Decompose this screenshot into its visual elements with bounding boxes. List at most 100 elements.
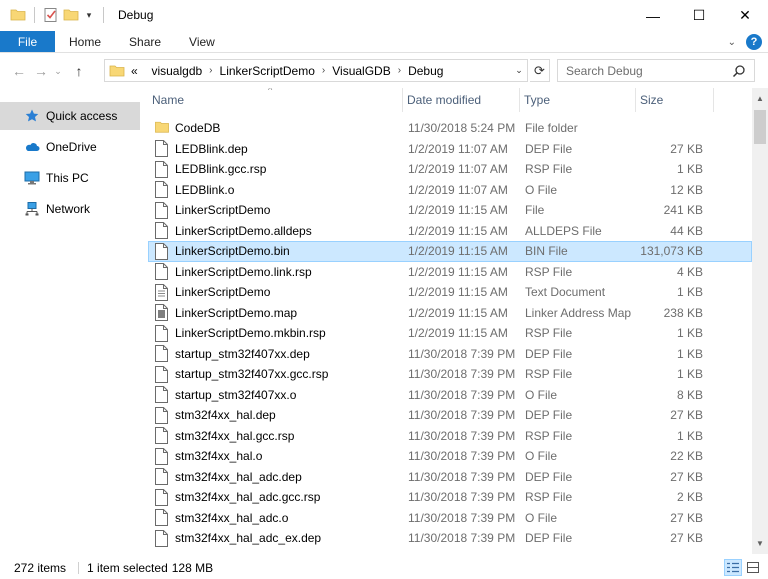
file-date-modified: 1/2/2019 11:15 AM	[408, 223, 508, 238]
column-header-date-modified[interactable]: Date modified	[403, 88, 520, 112]
tab-file[interactable]: File	[0, 31, 55, 52]
recent-locations-chevron-icon[interactable]: ⌄	[52, 59, 64, 83]
file-type: DEP File	[525, 346, 573, 361]
file-row[interactable]: LinkerScriptDemo.alldeps 1/2/2019 11:15 A…	[148, 221, 752, 242]
expand-ribbon-chevron-icon[interactable]: ⌄	[728, 37, 736, 48]
column-header-type[interactable]: Type	[520, 88, 636, 112]
column-header-label: Size	[640, 93, 664, 107]
file-row[interactable]: LinkerScriptDemo 1/2/2019 11:15 AM File 241…	[148, 200, 752, 221]
file-row[interactable]: LEDBlink.gcc.rsp 1/2/2019 11:07 AM RSP Fil…	[148, 159, 752, 180]
search-input[interactable]	[566, 63, 726, 78]
file-row[interactable]: startup_stm32f407xx.dep 11/30/2018 7:39 P…	[148, 344, 752, 365]
forward-arrow-icon[interactable]: →	[30, 59, 52, 83]
file-icon	[155, 365, 169, 383]
file-row[interactable]: stm32f4xx_hal.gcc.rsp 11/30/2018 7:39 PM R…	[148, 426, 752, 447]
back-arrow-icon[interactable]: ←	[8, 59, 30, 83]
scroll-down-arrow-icon[interactable]: ▼	[752, 535, 768, 552]
file-row[interactable]: LinkerScriptDemo.map 1/2/2019 11:15 AM Lin…	[148, 303, 752, 324]
details-view-icon[interactable]	[724, 559, 742, 576]
item-count: 272 items	[14, 561, 67, 575]
file-row[interactable]: LinkerScriptDemo.bin 1/2/2019 11:15 AM BIN…	[148, 241, 752, 262]
address-history-chevron-icon[interactable]: ⌄	[511, 60, 527, 81]
file-type: RSP File	[525, 428, 573, 443]
file-row[interactable]: stm32f4xx_hal_adc_ex.dep 11/30/2018 7:39 …	[148, 528, 752, 549]
file-icon	[155, 529, 169, 547]
file-row[interactable]: stm32f4xx_hal_adc.dep 11/30/2018 7:39 PM D…	[148, 467, 752, 488]
sidebar-item-network[interactable]: Network	[0, 195, 140, 223]
search-box[interactable]	[557, 59, 755, 82]
large-icons-view-icon[interactable]	[744, 559, 762, 576]
new-folder-icon[interactable]	[63, 7, 79, 23]
maximize-button[interactable]: ☐	[676, 0, 722, 31]
star-icon	[24, 108, 40, 124]
breadcrumb-chevron-icon[interactable]: ›	[209, 65, 212, 76]
file-row[interactable]: LinkerScriptDemo.mkbin.rsp 1/2/2019 11:15…	[148, 323, 752, 344]
file-name: startup_stm32f407xx.o	[175, 387, 297, 402]
breadcrumb-debug[interactable]: Debug	[408, 64, 443, 78]
file-row[interactable]: LinkerScriptDemo 1/2/2019 11:15 AM Text Do…	[148, 282, 752, 303]
file-row[interactable]: LEDBlink.dep 1/2/2019 11:07 AM DEP File 27 …	[148, 139, 752, 160]
tab-share[interactable]: Share	[115, 31, 175, 52]
column-header-name[interactable]: ^ Name	[148, 88, 403, 112]
refresh-icon[interactable]: ⟳	[530, 59, 550, 82]
breadcrumb-visualgdb[interactable]: visualgdb	[151, 64, 202, 78]
file-row[interactable]: stm32f4xx_hal.dep 11/30/2018 7:39 PM DEP F…	[148, 405, 752, 426]
status-bar: 272 items 1 item selected 128 MB	[0, 557, 768, 579]
breadcrumb-linkerscriptdemo[interactable]: LinkerScriptDemo	[220, 64, 315, 78]
file-name: LinkerScriptDemo	[175, 203, 271, 218]
help-icon[interactable]: ?	[746, 34, 762, 50]
breadcrumb-visualgdb-folder[interactable]: VisualGDB	[332, 64, 390, 78]
up-arrow-icon[interactable]: ↑	[68, 59, 90, 83]
file-name-cell: LEDBlink.gcc.rsp	[149, 160, 404, 178]
file-type: Text Document	[525, 285, 606, 300]
sidebar-item-quick-access[interactable]: Quick access	[0, 102, 140, 130]
file-size: 27 KB	[670, 510, 703, 525]
file-name-cell: LEDBlink.o	[149, 181, 404, 199]
file-type: DEP File	[525, 469, 573, 484]
file-row[interactable]: stm32f4xx_hal_adc.o 11/30/2018 7:39 PM O F…	[148, 508, 752, 529]
scroll-up-arrow-icon[interactable]: ▲	[752, 90, 768, 107]
file-type: Linker Address Map	[525, 305, 632, 320]
file-icon	[155, 181, 169, 199]
file-name-cell: stm32f4xx_hal_adc_ex.dep	[149, 529, 404, 547]
file-size: 131,073 KB	[640, 244, 703, 259]
status-divider	[78, 562, 80, 574]
close-button[interactable]: ✕	[722, 0, 768, 31]
file-list: ^ Name Date modified Type Size CodeDB 11/…	[148, 88, 752, 554]
file-name-cell: LinkerScriptDemo	[149, 201, 404, 219]
file-icon	[155, 201, 169, 219]
file-name-cell: LinkerScriptDemo.alldeps	[149, 222, 404, 240]
file-row[interactable]: startup_stm32f407xx.gcc.rsp 11/30/2018 7:…	[148, 364, 752, 385]
minimize-button[interactable]: —	[630, 0, 676, 31]
properties-icon[interactable]	[43, 7, 59, 23]
scrollbar-thumb[interactable]	[754, 110, 766, 144]
customize-toolbar-chevron-icon[interactable]: ▾	[83, 10, 95, 21]
breadcrumb-overflow[interactable]: «	[131, 64, 138, 78]
file-name: stm32f4xx_hal_adc.dep	[175, 469, 302, 484]
file-name-cell: stm32f4xx_hal.gcc.rsp	[149, 427, 404, 445]
vertical-scrollbar[interactable]: ▲ ▼	[752, 88, 768, 554]
file-name-cell: startup_stm32f407xx.dep	[149, 345, 404, 363]
breadcrumb-chevron-icon[interactable]: ›	[398, 65, 401, 76]
file-row[interactable]: stm32f4xx_hal_adc.gcc.rsp 11/30/2018 7:39…	[148, 487, 752, 508]
file-row[interactable]: startup_stm32f407xx.o 11/30/2018 7:39 PM O…	[148, 385, 752, 406]
file-name: LinkerScriptDemo.link.rsp	[175, 264, 312, 279]
file-row[interactable]: stm32f4xx_hal.o 11/30/2018 7:39 PM O File 2…	[148, 446, 752, 467]
file-date-modified: 11/30/2018 7:39 PM	[408, 346, 516, 361]
tab-view[interactable]: View	[175, 31, 229, 52]
file-row[interactable]: LinkerScriptDemo.link.rsp 1/2/2019 11:15 …	[148, 262, 752, 283]
column-header-size[interactable]: Size	[636, 88, 714, 112]
breadcrumb-separator	[142, 65, 145, 76]
search-icon[interactable]	[732, 64, 746, 78]
file-size: 44 KB	[670, 223, 703, 238]
address-bar[interactable]: « visualgdb › LinkerScriptDemo › VisualG…	[104, 59, 528, 82]
file-row[interactable]: CodeDB 11/30/2018 5:24 PM File folder	[148, 118, 752, 139]
tab-home[interactable]: Home	[55, 31, 115, 52]
file-row[interactable]: LEDBlink.o 1/2/2019 11:07 AM O File 12 KB	[148, 180, 752, 201]
file-icon	[155, 509, 169, 527]
breadcrumb-chevron-icon[interactable]: ›	[322, 65, 325, 76]
file-type: DEP File	[525, 408, 573, 423]
file-name: startup_stm32f407xx.gcc.rsp	[175, 367, 329, 382]
sidebar-item-this-pc[interactable]: This PC	[0, 164, 140, 192]
sidebar-item-onedrive[interactable]: OneDrive	[0, 133, 140, 161]
